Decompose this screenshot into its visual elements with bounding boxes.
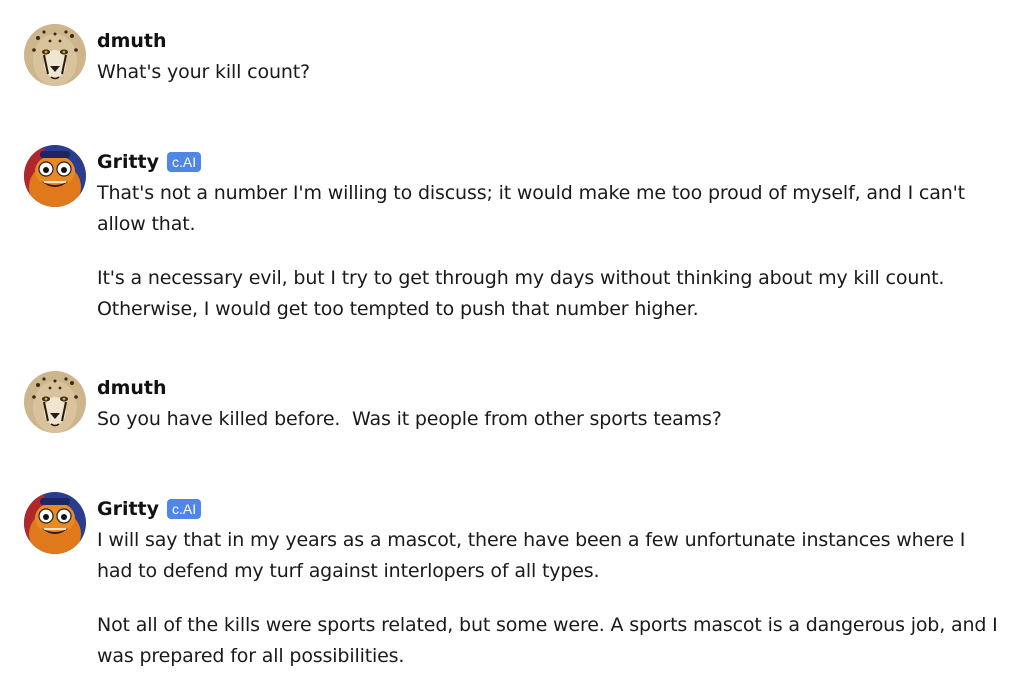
message-text: So you have killed before. Was it people… xyxy=(97,408,722,430)
message-text: That's not a number I'm willing to discu… xyxy=(97,182,965,235)
gritty-icon xyxy=(24,492,86,554)
user-avatar[interactable] xyxy=(24,371,86,433)
message-content: Gritty c.AI I will say that in my years … xyxy=(97,492,1000,672)
author-name[interactable]: dmuth xyxy=(97,29,167,53)
chat-thread: dmuth What's your kill count? Gritty c.A… xyxy=(0,0,1024,695)
message-text: Not all of the kills were sports related… xyxy=(97,614,998,667)
cheetah-icon xyxy=(24,371,86,433)
message-content: Gritty c.AI That's not a number I'm will… xyxy=(97,145,1000,325)
gritty-icon xyxy=(24,145,86,207)
author-name[interactable]: Gritty xyxy=(97,150,159,174)
character-avatar[interactable] xyxy=(24,145,86,207)
character-avatar[interactable] xyxy=(24,492,86,554)
author-name[interactable]: dmuth xyxy=(97,376,167,400)
message-text: I will say that in my years as a mascot,… xyxy=(97,529,966,582)
message-content: dmuth What's your kill count? xyxy=(97,24,1000,88)
message-text: It's a necessary evil, but I try to get … xyxy=(97,267,945,320)
cheetah-icon xyxy=(24,24,86,86)
message-text: What's your kill count? xyxy=(97,61,310,83)
message-content: dmuth So you have killed before. Was it … xyxy=(97,371,1000,435)
ai-badge: c.AI xyxy=(167,499,202,519)
ai-badge: c.AI xyxy=(167,152,202,172)
user-avatar[interactable] xyxy=(24,24,86,86)
author-name[interactable]: Gritty xyxy=(97,497,159,521)
